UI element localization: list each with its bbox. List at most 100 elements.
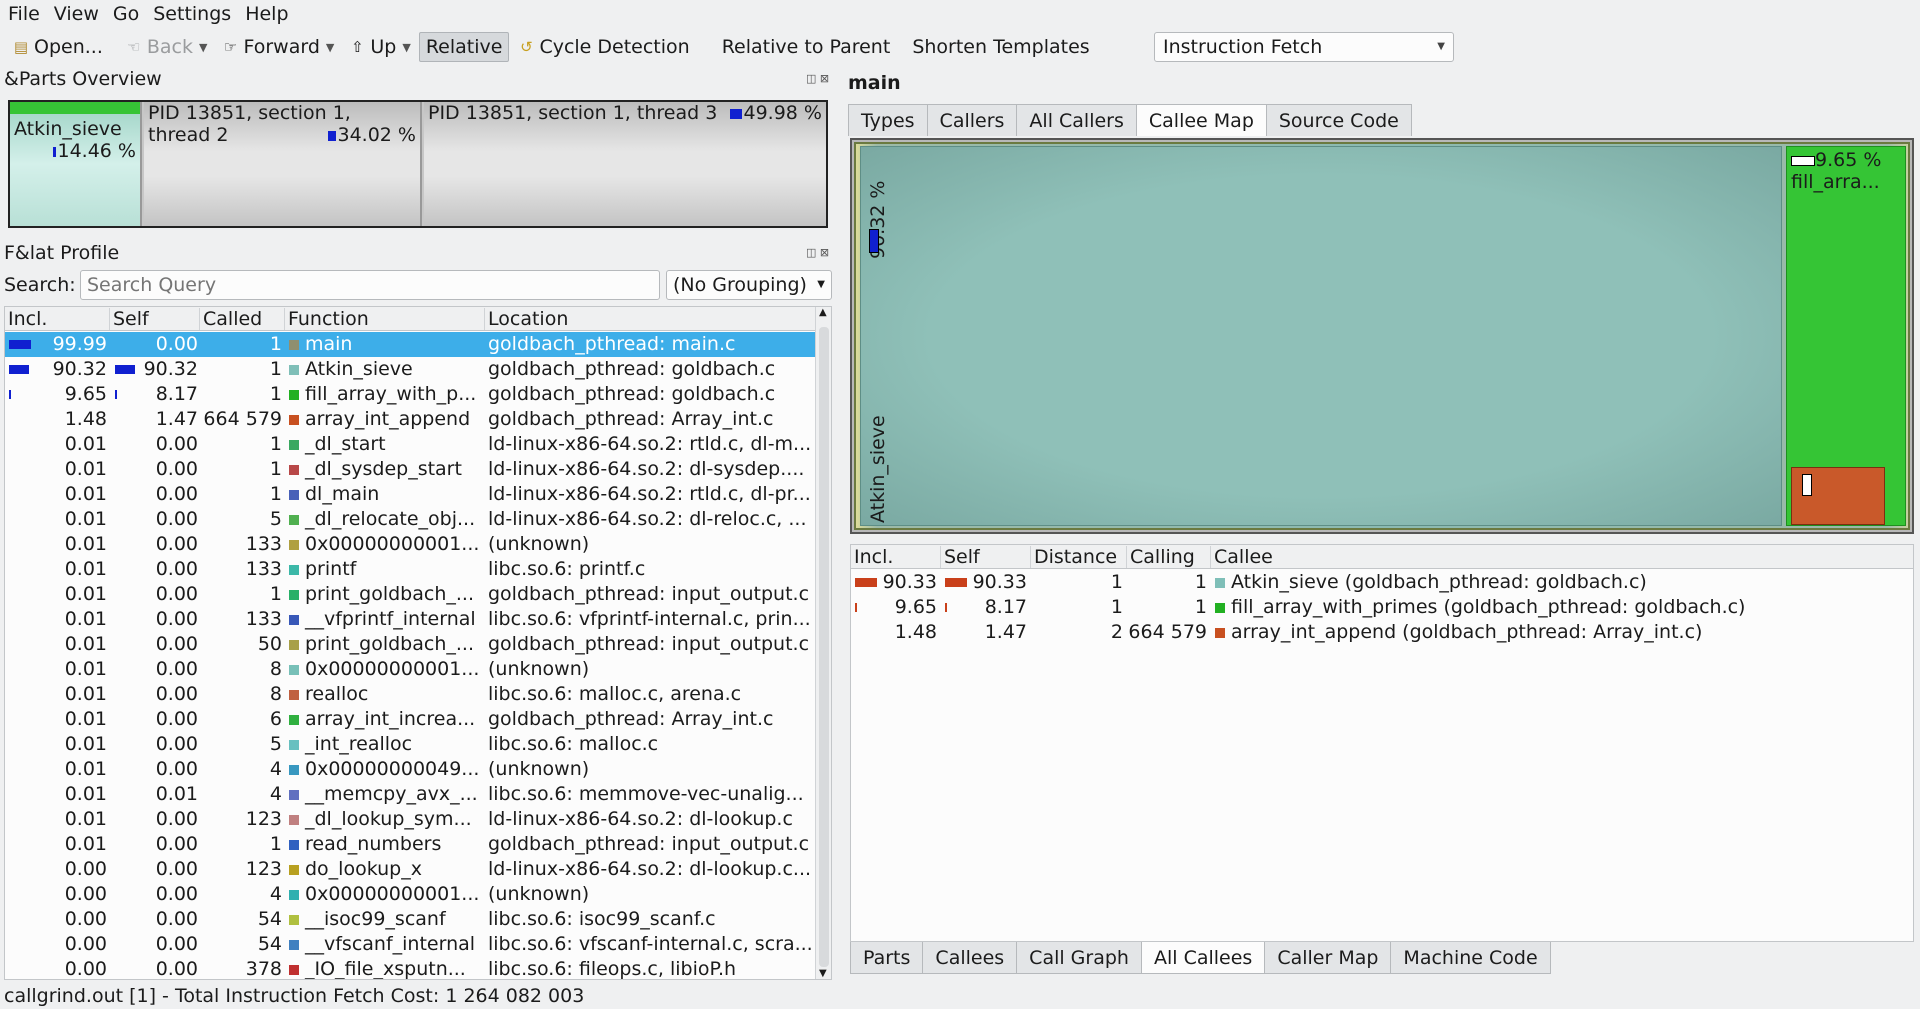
back-button[interactable]: ☜ Back ▼ <box>119 32 214 62</box>
cell-function: array_int_increa... <box>289 707 483 732</box>
cell-incl: 0.01 <box>64 483 107 505</box>
menu-file[interactable]: File <box>8 3 40 25</box>
table-row[interactable]: 0.01 0.01 4 __memcpy_avx_... libc.so.6: memm… <box>5 782 815 807</box>
event-type-select[interactable]: Instruction Fetch ▼ <box>1154 32 1454 62</box>
cost-bar-icon <box>729 108 742 119</box>
col-callee[interactable]: Callee <box>1211 546 1913 568</box>
table-row[interactable]: 0.01 0.00 8 realloc libc.so.6: malloc.c, are… <box>5 682 815 707</box>
table-row[interactable]: 0.01 0.00 4 0x00000000049... (unknown) <box>5 757 815 782</box>
tab-types[interactable]: Types <box>848 104 928 136</box>
table-row[interactable]: 0.00 0.00 54 __vfscanf_internal libc.so.6: v… <box>5 932 815 957</box>
part-atkin[interactable]: Atkin_sieve 14.46 % <box>10 102 142 226</box>
col-self[interactable]: Self <box>941 546 1031 568</box>
scroll-up-icon[interactable]: ▲ <box>819 307 827 318</box>
close-icon[interactable]: ⊠ <box>820 246 829 259</box>
col-incl[interactable]: Incl. <box>5 308 110 330</box>
treemap-array-int-append[interactable] <box>1791 467 1885 525</box>
tab-all-callees[interactable]: All Callees <box>1140 942 1266 974</box>
float-icon[interactable]: ◫ <box>806 72 816 85</box>
treemap-atkin-sieve[interactable]: 90.32 % Atkin_sieve <box>860 146 1782 526</box>
cycle-detection-toggle[interactable]: ↺ Cycle Detection <box>511 32 695 62</box>
flat-profile-table[interactable]: Incl. Self Called Function Location 99.9… <box>4 306 832 980</box>
table-row[interactable]: 90.32 90.32 1 Atkin_sieve goldbach_pthread: … <box>5 357 815 382</box>
relative-to-parent-toggle[interactable]: Relative to Parent <box>716 32 897 62</box>
open-button[interactable]: ▤ Open... <box>6 32 109 62</box>
table-row[interactable]: 0.01 0.00 133 __vfprintf_internal libc.so.6:… <box>5 607 815 632</box>
table-row[interactable]: 0.01 0.00 123 _dl_lookup_sym... ld-linux-x86… <box>5 807 815 832</box>
tab-machine-code[interactable]: Machine Code <box>1390 942 1551 974</box>
back-dropdown-icon[interactable]: ▼ <box>199 41 207 54</box>
forward-button[interactable]: ☞ Forward ▼ <box>215 32 340 62</box>
col-calling[interactable]: Calling <box>1127 546 1211 568</box>
table-row[interactable]: 0.00 0.00 4 0x00000000001... (unknown) <box>5 882 815 907</box>
menu-help[interactable]: Help <box>245 3 288 25</box>
tab-call-graph[interactable]: Call Graph <box>1016 942 1142 974</box>
col-location[interactable]: Location <box>485 308 815 330</box>
function-color-icon <box>289 389 299 400</box>
function-color-icon <box>289 364 299 375</box>
function-color-icon <box>289 864 299 875</box>
shorten-templates-toggle[interactable]: Shorten Templates <box>906 32 1095 62</box>
table-row[interactable]: 0.01 0.00 6 array_int_increa... goldbach_pth… <box>5 707 815 732</box>
table-row[interactable]: 0.01 0.00 5 _dl_relocate_obj... ld-linux-x86… <box>5 507 815 532</box>
table-row[interactable]: 0.01 0.00 50 print_goldbach_... goldbach_pth… <box>5 632 815 657</box>
menu-go[interactable]: Go <box>113 3 139 25</box>
close-icon[interactable]: ⊠ <box>820 72 829 85</box>
col-distance[interactable]: Distance <box>1031 546 1127 568</box>
table-row[interactable]: 0.01 0.00 133 0x00000000001... (unknown) <box>5 532 815 557</box>
tab-callees[interactable]: Callees <box>922 942 1018 974</box>
cell-self: 0.00 <box>155 458 198 480</box>
all-callees-table[interactable]: Incl. Self Distance Calling Callee 90.33… <box>850 544 1914 942</box>
table-row[interactable]: 1.48 1.47 2 664 579 array_int_append (goldba… <box>851 620 1913 645</box>
table-row[interactable]: 99.99 0.00 1 main goldbach_pthread: main.c <box>5 332 815 357</box>
callee-map[interactable]: 90.32 % Atkin_sieve 9.65 % fill_arra... <box>850 138 1914 534</box>
float-icon[interactable]: ◫ <box>806 246 816 259</box>
menu-settings[interactable]: Settings <box>153 3 231 25</box>
scroll-thumb[interactable] <box>819 327 829 967</box>
menu-view[interactable]: View <box>54 3 99 25</box>
function-name: _int_realloc <box>305 733 413 755</box>
tab-parts[interactable]: Parts <box>850 942 924 974</box>
tab-callers[interactable]: Callers <box>926 104 1018 136</box>
tab-caller-map[interactable]: Caller Map <box>1264 942 1392 974</box>
up-button[interactable]: ⇧ Up ▼ <box>342 32 416 62</box>
col-incl[interactable]: Incl. <box>851 546 941 568</box>
treemap-main[interactable]: 90.32 % Atkin_sieve 9.65 % fill_arra... <box>854 142 1910 530</box>
table-row[interactable]: 90.33 90.33 1 1 Atkin_sieve (goldbach_pthrea… <box>851 570 1913 595</box>
col-function[interactable]: Function <box>285 308 485 330</box>
part-thread-3[interactable]: PID 13851, section 1, thread 3 49.98 % <box>424 102 826 226</box>
scroll-down-icon[interactable]: ▼ <box>819 968 827 979</box>
treemap-fill-array[interactable]: 9.65 % fill_arra... <box>1786 146 1906 526</box>
col-called[interactable]: Called <box>200 308 285 330</box>
table-row[interactable]: 0.00 0.00 54 __isoc99_scanf libc.so.6: isoc9… <box>5 907 815 932</box>
table-row[interactable]: 0.01 0.00 133 printf libc.so.6: printf.c <box>5 557 815 582</box>
table-row[interactable]: 0.01 0.00 1 _dl_sysdep_start ld-linux-x86-64… <box>5 457 815 482</box>
up-dropdown-icon[interactable]: ▼ <box>402 41 410 54</box>
forward-dropdown-icon[interactable]: ▼ <box>326 41 334 54</box>
relative-toggle[interactable]: Relative <box>418 32 510 62</box>
part-thread-2[interactable]: PID 13851, section 1, thread 2 34.02 % <box>144 102 422 226</box>
table-row[interactable]: 0.01 0.00 5 _int_realloc libc.so.6: malloc.c <box>5 732 815 757</box>
col-self[interactable]: Self <box>110 308 200 330</box>
table-row[interactable]: 0.00 0.00 123 do_lookup_x ld-linux-x86-64.so… <box>5 857 815 882</box>
cell-self: 0.00 <box>155 808 198 830</box>
cell-incl: 0.00 <box>64 908 107 930</box>
cell-called: 1 <box>269 358 282 380</box>
table-row[interactable]: 0.01 0.00 8 0x00000000001... (unknown) <box>5 657 815 682</box>
parts-overview-map[interactable]: Atkin_sieve 14.46 % PID 13851, section 1… <box>8 100 828 228</box>
vertical-scrollbar[interactable]: ▲ ▼ <box>815 307 831 979</box>
table-row[interactable]: 0.00 0.00 378 _IO_file_xsputn... libc.so.6: … <box>5 957 815 979</box>
cell-self: 0.00 <box>155 483 198 505</box>
table-row[interactable]: 0.01 0.00 1 _dl_start ld-linux-x86-64.so.2: … <box>5 432 815 457</box>
tab-callee-map[interactable]: Callee Map <box>1135 104 1267 136</box>
table-row[interactable]: 9.65 8.17 1 1 fill_array_with_primes (goldba… <box>851 595 1913 620</box>
table-row[interactable]: 0.01 0.00 1 print_goldbach_... goldbach_pthr… <box>5 582 815 607</box>
table-row[interactable]: 1.48 1.47 664 579 array_int_append goldbach_… <box>5 407 815 432</box>
tab-all-callers[interactable]: All Callers <box>1016 104 1137 136</box>
table-row[interactable]: 0.01 0.00 1 dl_main ld-linux-x86-64.so.2: rt… <box>5 482 815 507</box>
table-row[interactable]: 9.65 8.17 1 fill_array_with_p... goldbach_pt… <box>5 382 815 407</box>
table-row[interactable]: 0.01 0.00 1 read_numbers goldbach_pthread: i… <box>5 832 815 857</box>
search-input[interactable] <box>80 270 660 300</box>
grouping-select[interactable]: (No Grouping) ▼ <box>666 270 832 300</box>
tab-source-code[interactable]: Source Code <box>1265 104 1412 136</box>
